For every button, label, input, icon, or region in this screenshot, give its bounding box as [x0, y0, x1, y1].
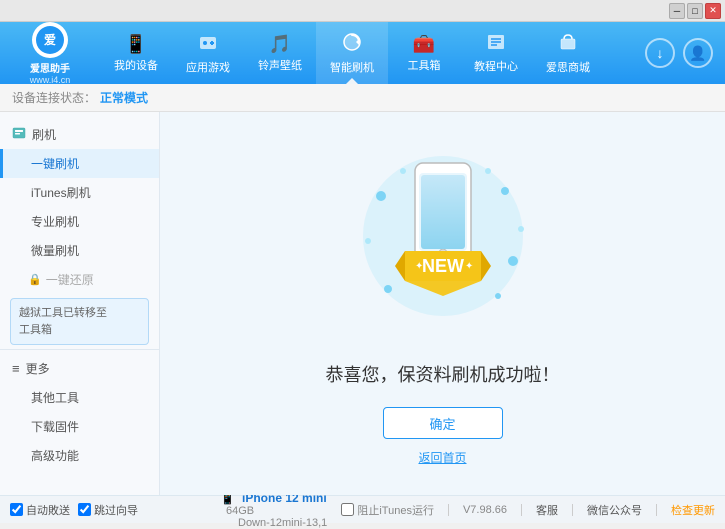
bottom-divider-4: [656, 504, 657, 516]
logo-title: 爱思助手: [30, 60, 70, 75]
skip-wizard-label: 跳过向导: [94, 502, 138, 518]
svg-text:NEW: NEW: [422, 256, 464, 276]
more-icon: ≡: [12, 361, 20, 376]
sidebar-notice: 越狱工具已转移至工具箱: [10, 298, 149, 345]
bottom-divider-1: [448, 504, 449, 516]
user-btn[interactable]: 👤: [683, 38, 713, 68]
confirm-button[interactable]: 确定: [383, 407, 503, 439]
skip-wizard-checkbox[interactable]: 跳过向导: [78, 502, 138, 518]
nav-ringtone-label: 铃声壁纸: [258, 57, 302, 73]
header-right: ↓ 👤: [645, 38, 725, 68]
nav-shop-label: 爱思商城: [546, 59, 590, 75]
status-label: 设备连接状态：: [12, 89, 96, 106]
bottom-left: 自动敗送 跳过向导: [10, 502, 210, 518]
logo-circle: 爱: [32, 22, 68, 58]
nav-ringtone-icon: 🎵: [269, 34, 291, 55]
nav-items: 📱 我的设备 应用游戏 🎵 铃声壁纸 智能刷机 🧰 工具箱: [100, 22, 645, 84]
bottom-right: 阻止iTunes运行 V7.98.66 客服 微信公众号 检查更新: [341, 502, 715, 518]
logo-url: www.i4.cn: [30, 75, 71, 85]
nav-shop[interactable]: 爱思商城: [532, 22, 604, 84]
stop-itunes-label: 阻止iTunes运行: [357, 502, 434, 518]
link-update[interactable]: 检查更新: [671, 502, 715, 518]
nav-tutorial[interactable]: 教程中心: [460, 22, 532, 84]
nav-tutorial-icon: [486, 33, 506, 56]
nav-app-game-icon: [198, 32, 218, 57]
back-link[interactable]: 返回首页: [418, 449, 466, 466]
svg-text:✦: ✦: [465, 261, 473, 272]
logo-area: 爱 爱思助手 www.i4.cn: [0, 14, 100, 93]
minimize-btn[interactable]: ─: [669, 3, 685, 19]
stop-itunes-checkbox[interactable]: [341, 503, 354, 516]
nav-my-device-label: 我的设备: [114, 57, 158, 73]
svg-text:✦: ✦: [415, 261, 423, 272]
nav-app-game-label: 应用游戏: [186, 59, 230, 75]
stop-itunes: 阻止iTunes运行: [341, 502, 434, 518]
sidebar-flash-label: 刷机: [32, 126, 56, 143]
close-btn[interactable]: ✕: [705, 3, 721, 19]
device-storage: 64GB: [226, 505, 254, 517]
nav-tutorial-label: 教程中心: [474, 58, 518, 74]
nav-my-device-icon: 📱: [125, 34, 147, 55]
download-btn[interactable]: ↓: [645, 38, 675, 68]
auto-flash-label: 自动敗送: [26, 502, 70, 518]
sidebar-one-key-restore-disabled: 🔒 一键还原: [0, 265, 159, 294]
nav-smart-flash-icon: [342, 32, 362, 57]
bottom-divider-3: [572, 504, 573, 516]
maximize-btn[interactable]: □: [687, 3, 703, 19]
main-layout: 刷机 一键刷机 iTunes刷机 专业刷机 微量刷机 🔒 一键还原 越狱工具已转…: [0, 112, 725, 495]
header: 爱 爱思助手 www.i4.cn 📱 我的设备 应用游戏 🎵 铃声壁纸 智能刷机…: [0, 22, 725, 84]
nav-shop-icon: [558, 32, 578, 57]
lock-icon: 🔒: [28, 273, 42, 286]
bottom-bar: 自动敗送 跳过向导 📱 iPhone 12 mini 64GB Down-12m…: [0, 495, 725, 523]
nav-my-device[interactable]: 📱 我的设备: [100, 22, 172, 84]
link-service[interactable]: 客服: [536, 502, 558, 518]
status-bar: 设备连接状态： 正常模式: [0, 84, 725, 112]
success-text: 恭喜您，保资料刷机成功啦！: [326, 361, 560, 387]
skip-wizard-input[interactable]: [78, 503, 91, 516]
nav-ringtone[interactable]: 🎵 铃声壁纸: [244, 22, 316, 84]
bottom-divider-2: [521, 504, 522, 516]
sidebar-item-advanced[interactable]: 高级功能: [0, 441, 159, 470]
nav-smart-flash-label: 智能刷机: [330, 59, 374, 75]
sidebar-item-micro-flash[interactable]: 微量刷机: [0, 236, 159, 265]
content-area: NEW ✦ ✦ 恭喜您，保资料刷机成功啦！ 确定 返回首页: [160, 112, 725, 495]
sidebar-item-download-firmware[interactable]: 下载固件: [0, 412, 159, 441]
status-value: 正常模式: [100, 89, 148, 106]
nav-toolbox[interactable]: 🧰 工具箱: [388, 22, 460, 84]
sidebar-item-pro-flash[interactable]: 专业刷机: [0, 207, 159, 236]
nav-app-game[interactable]: 应用游戏: [172, 22, 244, 84]
version-label: V7.98.66: [463, 504, 507, 516]
link-wechat[interactable]: 微信公众号: [587, 502, 642, 518]
sidebar-item-other-tools[interactable]: 其他工具: [0, 383, 159, 412]
sidebar: 刷机 一键刷机 iTunes刷机 专业刷机 微量刷机 🔒 一键还原 越狱工具已转…: [0, 112, 160, 495]
nav-smart-flash[interactable]: 智能刷机: [316, 22, 388, 84]
auto-flash-checkbox[interactable]: 自动敗送: [10, 502, 70, 518]
sidebar-more-section: ≡ 更多: [0, 354, 159, 383]
nav-toolbox-label: 工具箱: [408, 57, 441, 73]
sidebar-flash-section[interactable]: 刷机: [0, 120, 159, 149]
illustration-svg: NEW ✦ ✦: [343, 141, 543, 341]
sidebar-item-itunes-flash[interactable]: iTunes刷机: [0, 178, 159, 207]
logo-icon: 爱: [36, 26, 64, 54]
success-illustration: NEW ✦ ✦: [343, 141, 543, 341]
flash-section-icon: [12, 126, 26, 143]
sidebar-divider: [0, 349, 159, 350]
sidebar-item-one-key-flash[interactable]: 一键刷机: [0, 149, 159, 178]
nav-toolbox-icon: 🧰: [413, 34, 435, 55]
auto-flash-input[interactable]: [10, 503, 23, 516]
title-bar: ─ □ ✕: [0, 0, 725, 22]
